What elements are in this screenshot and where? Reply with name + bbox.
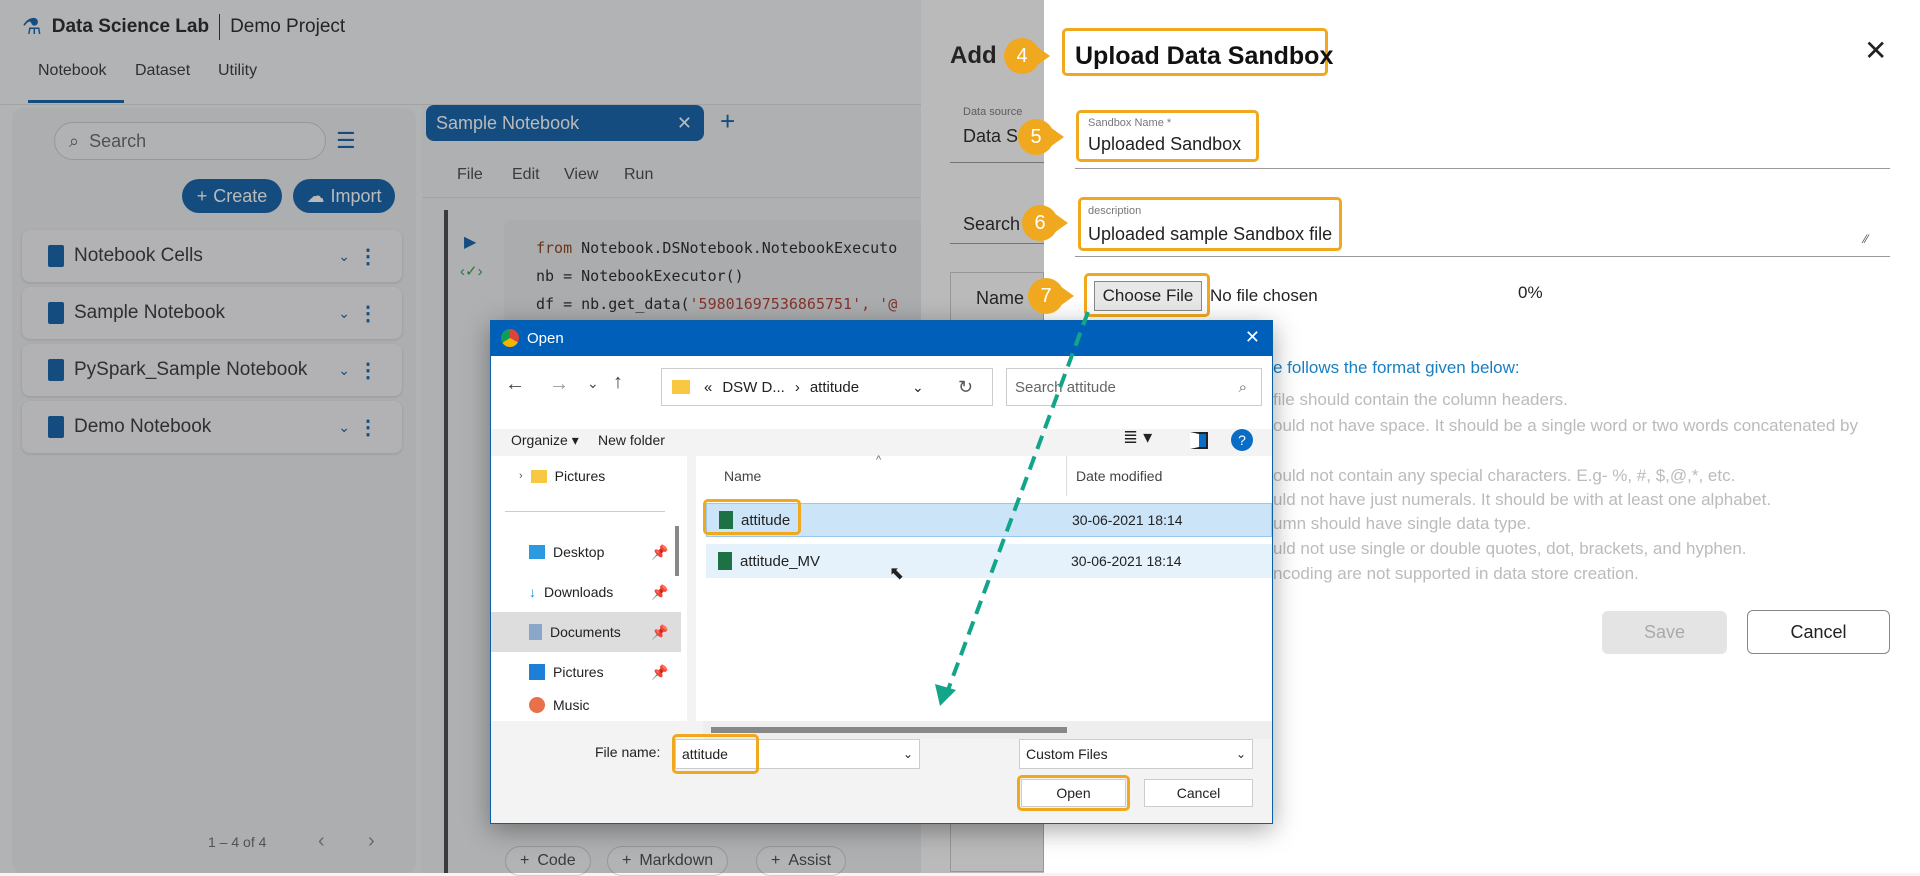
annotation-arrow	[935, 311, 1090, 706]
arrow-line	[946, 311, 1090, 691]
arrow-head	[935, 684, 956, 706]
